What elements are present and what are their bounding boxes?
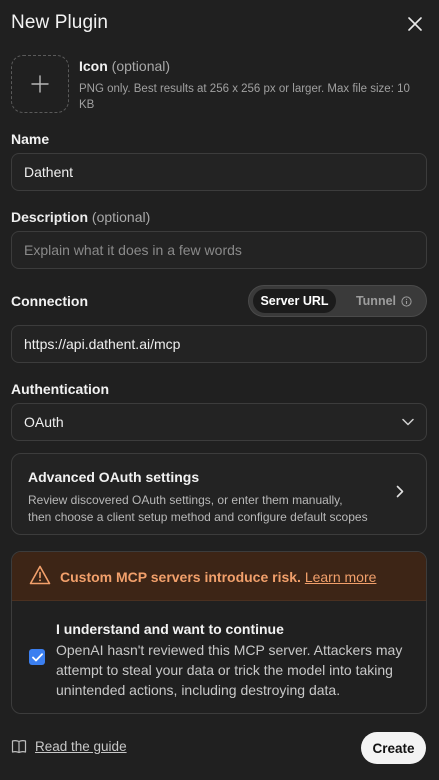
risk-warning-banner: Custom MCP servers introduce risk. Learn… [12, 552, 426, 601]
learn-more-link[interactable]: Learn more [305, 569, 377, 585]
advanced-oauth-title: Advanced OAuth settings [28, 469, 200, 485]
icon-label: Icon (optional) [79, 58, 170, 74]
connection-type-toggle: Server URL Tunnel [248, 285, 427, 317]
name-value: Dathent [24, 164, 74, 180]
description-label-text: Description [11, 209, 89, 225]
close-icon [408, 17, 422, 31]
checkmark-icon [31, 652, 43, 661]
icon-label-text: Icon [79, 58, 108, 74]
connection-label: Connection [11, 293, 88, 309]
authentication-label: Authentication [11, 381, 109, 397]
description-placeholder: Explain what it does in a few words [24, 242, 242, 258]
chevron-down-icon [402, 418, 414, 426]
risk-warning-message: Custom MCP servers introduce risk. [60, 569, 301, 585]
server-url-value: https://api.dathent.ai/mcp [24, 336, 181, 352]
icon-optional: (optional) [111, 58, 171, 74]
plus-icon [31, 75, 49, 93]
name-field[interactable]: Dathent [11, 153, 427, 191]
tunnel-option[interactable]: Tunnel [344, 289, 424, 313]
name-label: Name [11, 131, 50, 147]
tunnel-label: Tunnel [355, 294, 397, 308]
icon-help-text: PNG only. Best results at 256 x 256 px o… [79, 83, 410, 111]
read-guide-text: Read the guide [35, 739, 127, 754]
description-label: Description (optional) [11, 209, 150, 225]
acknowledge-title: I understand and want to continue [56, 621, 284, 637]
authentication-value: OAuth [24, 414, 64, 430]
close-button[interactable] [403, 12, 427, 36]
chevron-right-icon [396, 485, 404, 498]
dialog-title: New Plugin [11, 12, 109, 33]
risk-panel: Custom MCP servers introduce risk. Learn… [11, 551, 427, 714]
advanced-oauth-settings[interactable]: Advanced OAuth settings Review discovere… [11, 453, 427, 535]
server-url-option[interactable]: Server URL [253, 289, 336, 313]
acknowledge-checkbox[interactable] [29, 649, 45, 665]
icon-upload-button[interactable] [11, 55, 69, 113]
acknowledge-description: OpenAI hasn't reviewed this MCP server. … [56, 642, 403, 698]
create-button[interactable]: Create [361, 732, 426, 764]
info-icon [401, 295, 412, 307]
authentication-select[interactable]: OAuth [11, 403, 427, 441]
description-field[interactable]: Explain what it does in a few words [11, 231, 427, 269]
risk-warning-text: Custom MCP servers introduce risk. Learn… [60, 569, 376, 585]
advanced-oauth-description: Review discovered OAuth settings, or ent… [28, 493, 368, 524]
server-url-field[interactable]: https://api.dathent.ai/mcp [11, 325, 427, 363]
description-optional: (optional) [91, 209, 151, 225]
warning-icon [29, 565, 51, 585]
read-guide-link[interactable]: Read the guide [11, 739, 127, 754]
book-icon [11, 740, 27, 754]
